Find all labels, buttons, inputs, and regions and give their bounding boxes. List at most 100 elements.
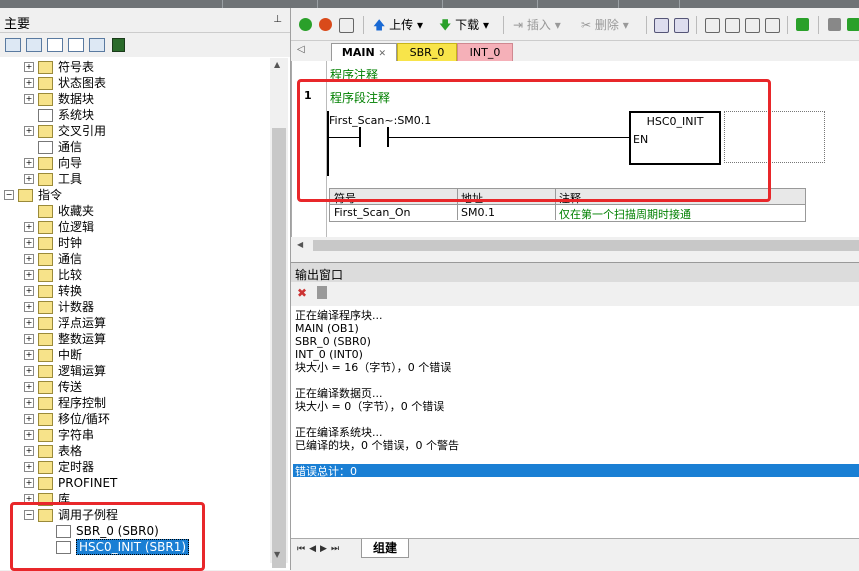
expand-icon[interactable]: +	[24, 126, 34, 136]
monitor-icon[interactable]	[654, 18, 669, 33]
expand-icon[interactable]: +	[24, 222, 34, 232]
expand-icon[interactable]: +	[24, 350, 34, 360]
delete-button[interactable]: ✂ 删除 ▾	[581, 16, 629, 34]
tree-item[interactable]: + 时钟	[0, 235, 270, 251]
status-icon[interactable]	[674, 18, 689, 33]
expand-icon[interactable]: +	[24, 462, 34, 472]
scroll-down-icon[interactable]: ▼	[274, 550, 280, 559]
expand-icon[interactable]: +	[24, 78, 34, 88]
expand-icon[interactable]: +	[24, 254, 34, 264]
ribbon-tab-operate[interactable]	[0, 0, 223, 8]
expand-icon[interactable]: +	[24, 302, 34, 312]
tab-build[interactable]: 组建	[361, 539, 409, 558]
tree-item[interactable]: 收藏夹	[0, 203, 270, 219]
empty-cell[interactable]	[724, 111, 825, 163]
sync-icon[interactable]	[847, 18, 859, 31]
tab-sbr0[interactable]: SBR_0	[397, 43, 457, 62]
expand-icon[interactable]: +	[24, 430, 34, 440]
contact-left[interactable]	[359, 127, 361, 147]
list-icon[interactable]	[68, 38, 84, 52]
tree-item[interactable]: + 通信	[0, 251, 270, 267]
tree-item[interactable]: 通信	[0, 139, 270, 155]
expand-icon[interactable]: +	[24, 238, 34, 248]
expand-icon[interactable]: +	[24, 174, 34, 184]
clear-icon[interactable]: ✖	[297, 286, 307, 300]
tab-nav-icons[interactable]: ⏮◀▶⏭	[297, 544, 343, 554]
tab-int0[interactable]: INT_0	[457, 43, 513, 62]
scroll-left-icon[interactable]: ◀	[297, 240, 303, 249]
expand-icon[interactable]: +	[24, 446, 34, 456]
table-icon[interactable]	[26, 38, 42, 52]
expand-icon[interactable]: +	[24, 382, 34, 392]
tree-item[interactable]: + 比较	[0, 267, 270, 283]
window-icon[interactable]	[89, 38, 105, 52]
expand-icon[interactable]: +	[24, 398, 34, 408]
tree-item[interactable]: + 转换	[0, 283, 270, 299]
network-comment[interactable]: 程序段注释	[330, 89, 390, 106]
upload-button[interactable]: 🡅 上传 ▾	[373, 16, 423, 34]
tree-item[interactable]: + 库	[0, 491, 270, 507]
tree-item[interactable]: + 移位/循环	[0, 411, 270, 427]
tree-item[interactable]: + 程序控制	[0, 395, 270, 411]
ribbon-tab-print[interactable]	[318, 0, 443, 8]
expand-icon[interactable]: +	[24, 494, 34, 504]
insert-button[interactable]: ⇥ 插入 ▾	[513, 16, 561, 34]
scroll-thumb[interactable]	[313, 240, 859, 251]
page-icon[interactable]	[47, 38, 63, 52]
tree-scrollbar[interactable]: ▲ ▼	[270, 58, 288, 568]
box-icon[interactable]	[705, 18, 720, 33]
tree-item[interactable]: − 指令	[0, 187, 270, 203]
expand-icon[interactable]: +	[24, 62, 34, 72]
expand-icon[interactable]: +	[24, 318, 34, 328]
pin-icon[interactable]: ⊥	[273, 14, 282, 25]
expand-icon[interactable]: +	[24, 366, 34, 376]
tab-scroll-left-icon[interactable]: ◁	[297, 44, 305, 55]
tree-item[interactable]: + 交叉引用	[0, 123, 270, 139]
ribbon-tab-library[interactable]	[538, 0, 619, 8]
ribbon-tab-protect[interactable]	[443, 0, 538, 8]
lock-icon[interactable]	[828, 18, 841, 31]
ladder-editor[interactable]: 程序注释 1 程序段注释 First_Scan~:SM0.1 HSC0_INIT…	[291, 61, 859, 254]
contact-label[interactable]: First_Scan~:SM0.1	[329, 114, 431, 127]
expand-icon[interactable]: +	[24, 94, 34, 104]
forward-icon[interactable]	[745, 18, 760, 33]
tree-item[interactable]: + 定时器	[0, 459, 270, 475]
collapse-icon[interactable]: −	[24, 510, 34, 520]
copy-icon[interactable]	[317, 286, 327, 299]
view-icon[interactable]	[5, 38, 21, 52]
tree-item[interactable]: + 浮点运算	[0, 315, 270, 331]
expand-icon[interactable]: +	[24, 286, 34, 296]
expand-icon[interactable]: +	[24, 478, 34, 488]
tree-item[interactable]: + 整数运算	[0, 331, 270, 347]
close-icon[interactable]: ✕	[379, 49, 387, 59]
tree-item[interactable]: + PROFINET	[0, 475, 270, 491]
tree-item[interactable]: SBR_0 (SBR0)	[0, 523, 270, 539]
ribbon-tab-transfer[interactable]	[223, 0, 318, 8]
tree-item[interactable]: 系统块	[0, 107, 270, 123]
tree-item[interactable]: + 位逻辑	[0, 219, 270, 235]
tab-main[interactable]: MAIN ✕	[331, 43, 397, 61]
tree-item[interactable]: + 计数器	[0, 299, 270, 315]
tree-item[interactable]: + 状态图表	[0, 75, 270, 91]
collapse-icon[interactable]: −	[4, 190, 14, 200]
back-icon[interactable]	[725, 18, 740, 33]
expand-icon[interactable]: +	[24, 334, 34, 344]
tree-item[interactable]: + 符号表	[0, 59, 270, 75]
program-comment[interactable]: 程序注释	[330, 66, 378, 83]
tree-item[interactable]: + 工具	[0, 171, 270, 187]
editor-hscrollbar[interactable]: ◀	[291, 237, 859, 254]
tree-item[interactable]: + 逻辑运算	[0, 363, 270, 379]
stop-icon[interactable]	[319, 18, 332, 31]
network-icon[interactable]	[112, 38, 125, 52]
tree-item[interactable]: + 中断	[0, 347, 270, 363]
tree-item[interactable]: + 向导	[0, 155, 270, 171]
run-icon[interactable]	[299, 18, 312, 31]
tree-item[interactable]: + 表格	[0, 443, 270, 459]
tree-item[interactable]: + 字符串	[0, 427, 270, 443]
ribbon-tab-gsdml[interactable]	[619, 0, 680, 8]
tree-item[interactable]: + 传送	[0, 379, 270, 395]
download-button[interactable]: 🡇 下载 ▾	[439, 16, 489, 34]
compile-icon[interactable]	[339, 18, 354, 33]
coil-icon[interactable]	[765, 18, 780, 33]
table-row[interactable]: First_Scan_On SM0.1 仅在第一个扫描周期时接通	[330, 205, 805, 221]
